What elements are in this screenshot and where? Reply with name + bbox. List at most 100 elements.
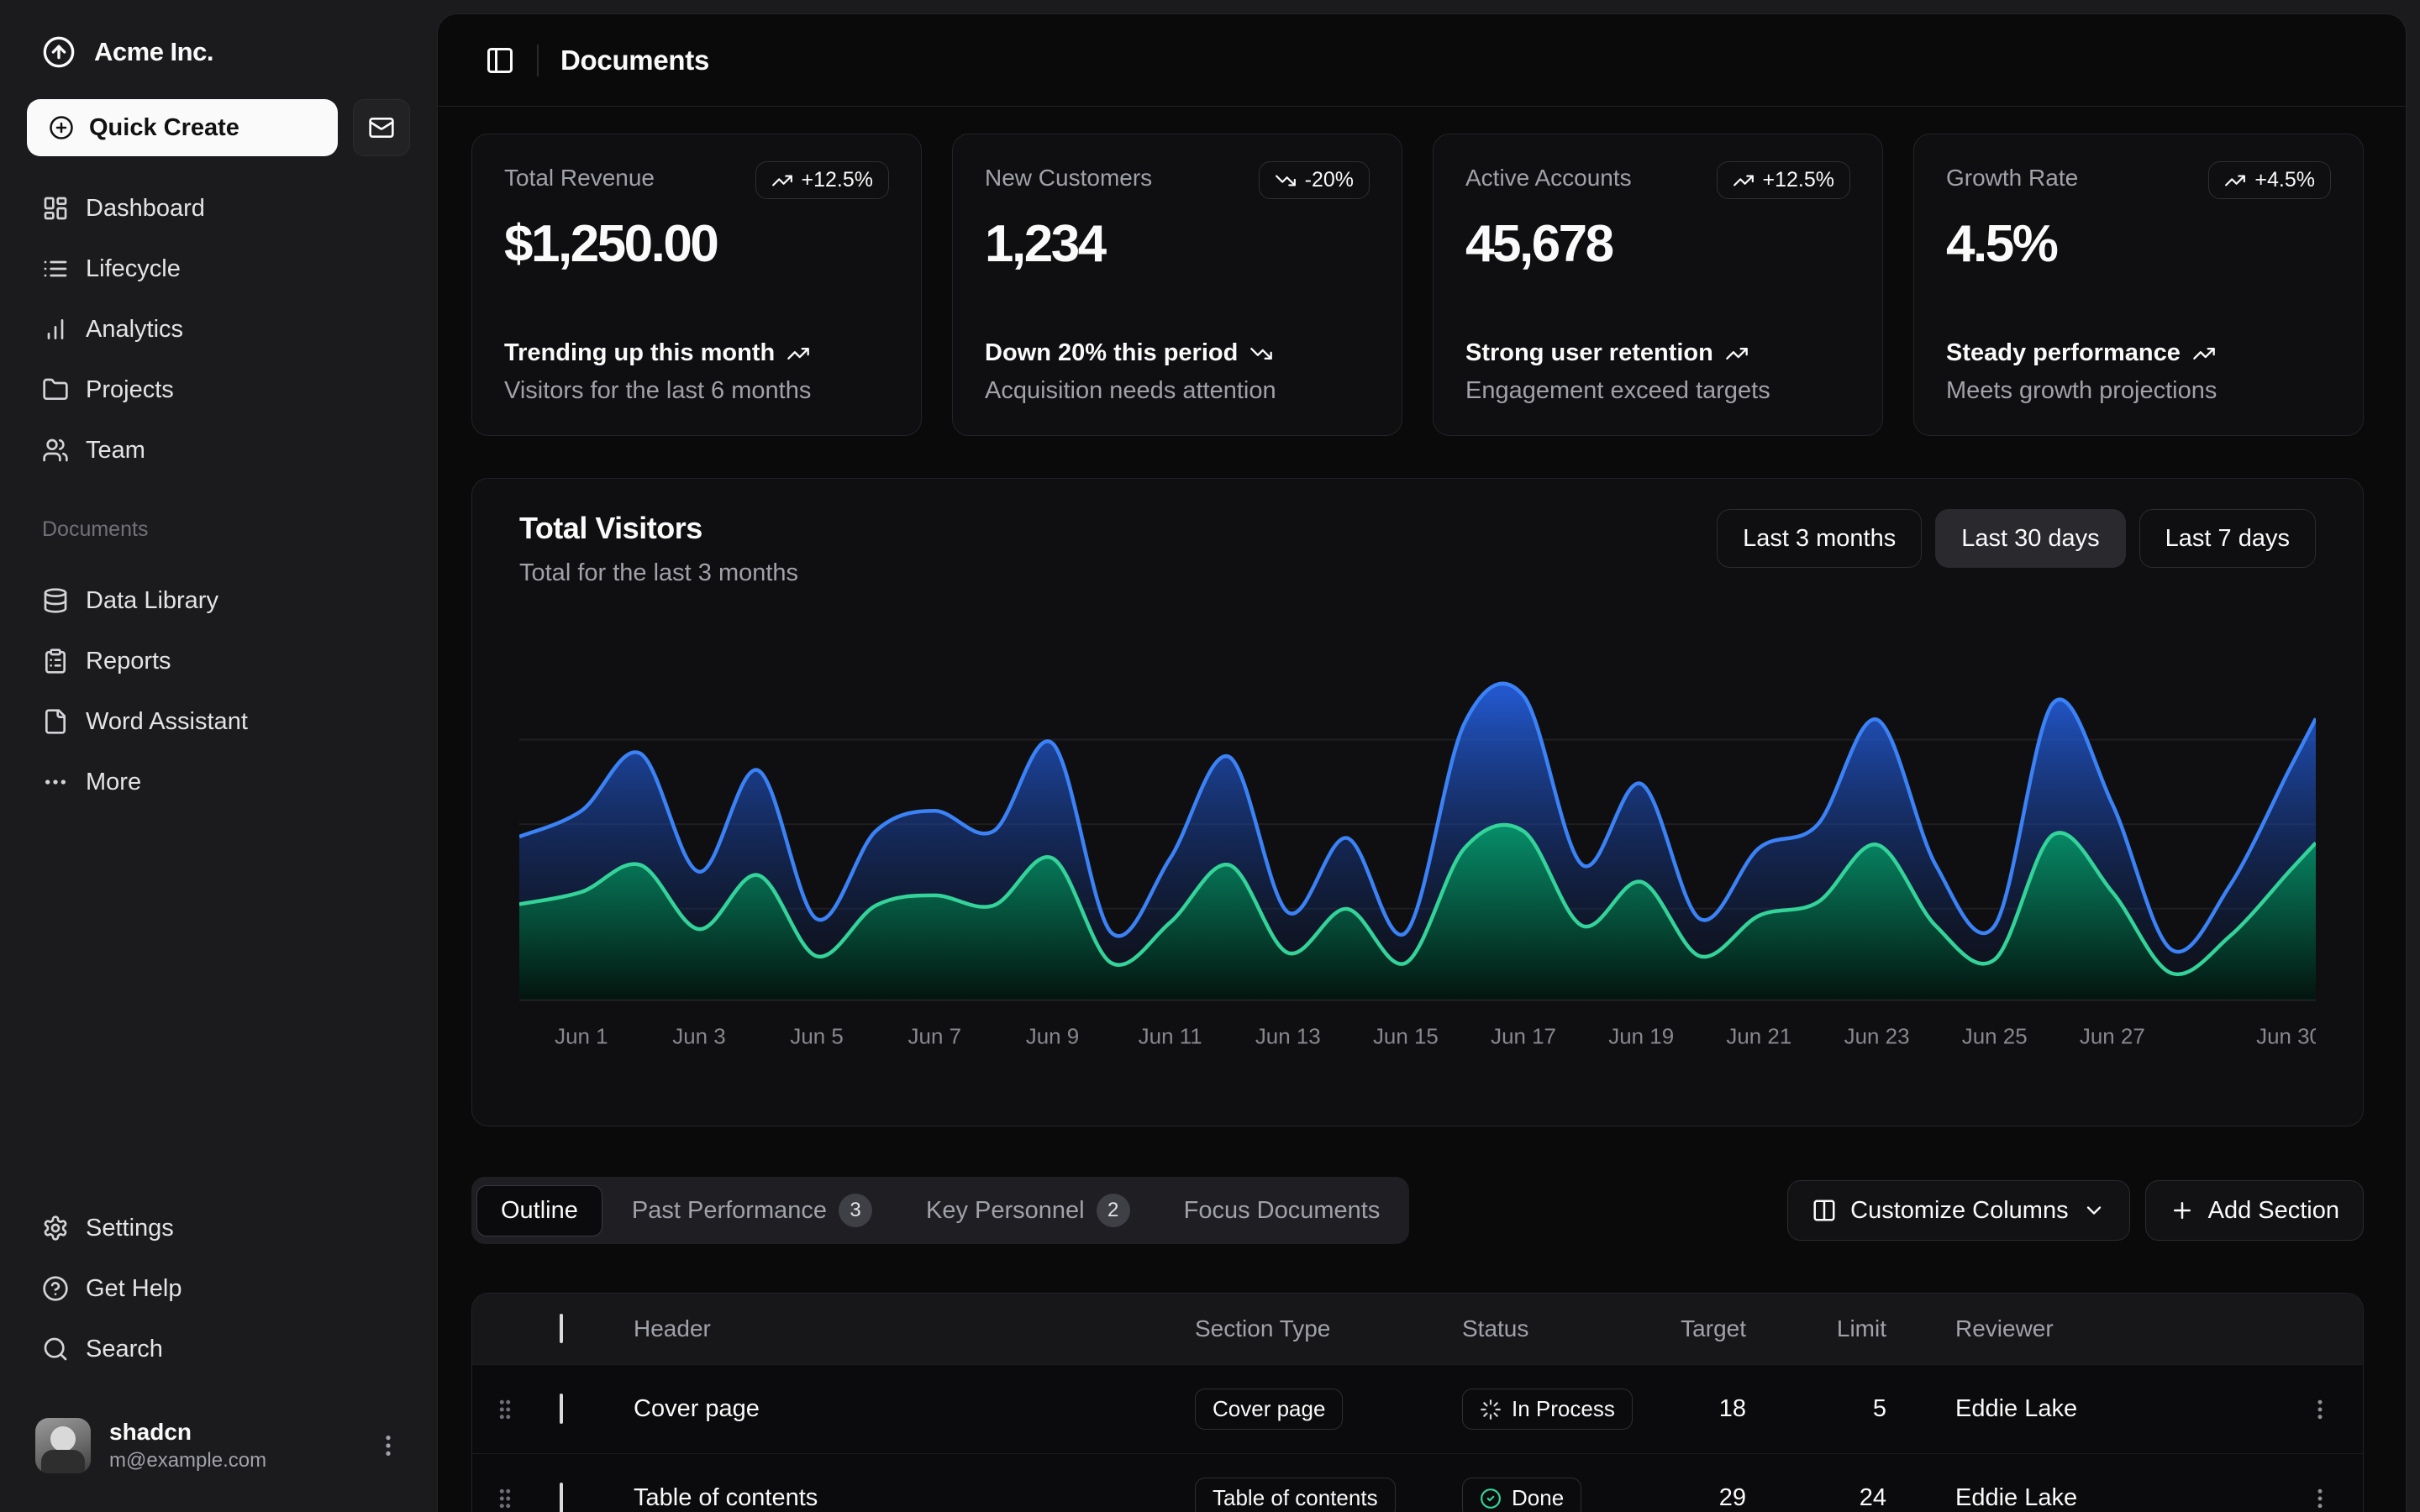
x-tick-label: Jun 17 (1491, 1026, 1556, 1049)
chevron-down-icon (2082, 1199, 2106, 1222)
tab-outline[interactable]: Outline (476, 1185, 602, 1236)
user-menu[interactable]: shadcn m@example.com (24, 1410, 413, 1482)
metric-footnote: Engagement exceed targets (1465, 377, 1850, 405)
drag-handle[interactable] (492, 1486, 560, 1511)
trending-down-icon (1275, 170, 1297, 192)
customize-columns-button[interactable]: Customize Columns (1787, 1180, 2129, 1241)
users-icon (42, 437, 69, 464)
x-tick-label: Jun 27 (2080, 1026, 2145, 1049)
range-last-7-days[interactable]: Last 7 days (2139, 509, 2316, 568)
tab-focus-documents[interactable]: Focus Documents (1160, 1185, 1405, 1236)
col-section-type: Section Type (1195, 1315, 1462, 1342)
add-section-button[interactable]: Add Section (2145, 1180, 2364, 1241)
sections-table: Header Section Type Status Target Limit … (471, 1293, 2364, 1512)
mail-icon (368, 114, 395, 141)
user-email: m@example.com (109, 1449, 266, 1473)
x-tick-label: Jun 23 (1844, 1026, 1910, 1049)
time-range-toggle-group: Last 3 monthsLast 30 daysLast 7 days (1717, 509, 2316, 568)
main-panel: Documents Total Revenue +12.5% $1,250.00… (437, 13, 2407, 1512)
drag-handle[interactable] (492, 1397, 560, 1422)
chevron-down-icon (2082, 1199, 2106, 1222)
sidebar-item-data-library[interactable]: Data Library (24, 570, 413, 631)
metric-card-total-revenue: Total Revenue +12.5% $1,250.00 Trending … (471, 134, 922, 436)
circle-help-icon (42, 1275, 69, 1302)
x-tick-label: Jun 30 (2256, 1026, 2316, 1049)
circle-arrow-up-icon (42, 35, 76, 69)
metric-footline: Trending up this month (504, 339, 889, 367)
page-content: Total Revenue +12.5% $1,250.00 Trending … (438, 107, 2406, 1512)
row-checkbox[interactable] (560, 1483, 563, 1512)
inbox-button[interactable] (353, 99, 410, 156)
database-icon (42, 587, 69, 614)
nav-label: Word Assistant (86, 708, 248, 736)
org-switcher[interactable]: Acme Inc. (24, 24, 413, 81)
sidebar-item-word-assistant[interactable]: Word Assistant (24, 691, 413, 752)
cell-target[interactable]: 29 (1672, 1484, 1746, 1512)
status-badge: In Process (1462, 1389, 1633, 1430)
list-icon (42, 255, 69, 282)
layout-dashboard-icon (42, 195, 69, 222)
metric-footline: Down 20% this period (985, 339, 1370, 367)
row-actions-button[interactable] (2294, 1397, 2346, 1422)
add-section-label: Add Section (2208, 1197, 2339, 1225)
trend-badge: +12.5% (1717, 161, 1851, 199)
select-all-checkbox[interactable] (560, 1314, 563, 1343)
metric-card-new-customers: New Customers -20% 1,234 Down 20% this p… (952, 134, 1402, 436)
sidebar-item-dashboard[interactable]: Dashboard (24, 178, 413, 239)
trend-badge: +4.5% (2208, 161, 2331, 199)
x-tick-label: Jun 15 (1373, 1026, 1439, 1049)
metric-card-growth-rate: Growth Rate +4.5% 4.5% Steady performanc… (1913, 134, 2364, 436)
avatar (35, 1418, 91, 1473)
section-type-badge: Cover page (1195, 1389, 1343, 1430)
metric-value: 4.5% (1946, 214, 2331, 274)
tab-count-badge: 2 (1097, 1194, 1130, 1227)
x-tick-label: Jun 1 (555, 1026, 608, 1049)
range-last-30-days[interactable]: Last 30 days (1935, 509, 2125, 568)
tab-label: Outline (501, 1197, 578, 1225)
tab-past-performance[interactable]: Past Performance3 (608, 1182, 897, 1239)
col-reviewer: Reviewer (1886, 1315, 2294, 1342)
visitors-area-chart[interactable]: Jun 1Jun 3Jun 5Jun 7Jun 9Jun 11Jun 13Jun… (519, 648, 2316, 1068)
cell-header[interactable]: Cover page (634, 1395, 1195, 1423)
row-actions-button[interactable] (2294, 1486, 2346, 1511)
settings-icon (42, 1215, 69, 1242)
sidebar-item-reports[interactable]: Reports (24, 631, 413, 691)
area-chart-svg[interactable]: Jun 1Jun 3Jun 5Jun 7Jun 9Jun 11Jun 13Jun… (519, 648, 2316, 1068)
sidebar-item-projects[interactable]: Projects (24, 360, 413, 420)
sidebar-item-more[interactable]: More (24, 752, 413, 812)
trend-badge: -20% (1259, 161, 1370, 199)
sidebar-item-get-help[interactable]: Get Help (24, 1258, 413, 1319)
cell-reviewer[interactable]: Eddie Lake (1886, 1395, 2294, 1423)
cell-limit[interactable]: 24 (1746, 1484, 1886, 1512)
sidebar-toggle-button[interactable] (485, 45, 515, 76)
trending-up-icon (1733, 170, 1754, 192)
tab-key-personnel[interactable]: Key Personnel2 (902, 1182, 1155, 1239)
sidebar-item-settings[interactable]: Settings (24, 1198, 413, 1258)
row-checkbox[interactable] (560, 1394, 563, 1424)
cell-target[interactable]: 18 (1672, 1395, 1746, 1423)
x-tick-label: Jun 11 (1139, 1026, 1202, 1049)
plus-icon (2170, 1198, 2195, 1223)
sidebar-nav-documents: Data LibraryReports Word Assistant More (24, 570, 413, 812)
trending-up-icon (2224, 170, 2246, 192)
cell-limit[interactable]: 5 (1746, 1395, 1886, 1423)
sidebar-item-analytics[interactable]: Analytics (24, 299, 413, 360)
sidebar-item-search[interactable]: Search (24, 1319, 413, 1379)
user-more-icon[interactable] (375, 1432, 402, 1459)
cell-header[interactable]: Table of contents (634, 1484, 1195, 1512)
sidebar-nav-main: DashboardLifecycleAnalyticsProjectsTeam (24, 178, 413, 480)
trend-badge: +12.5% (755, 161, 890, 199)
range-last-3-months[interactable]: Last 3 months (1717, 509, 1922, 568)
sidebar-item-lifecycle[interactable]: Lifecycle (24, 239, 413, 299)
search-icon (42, 1336, 69, 1362)
cell-reviewer[interactable]: Eddie Lake (1886, 1484, 2294, 1512)
quick-create-button[interactable]: Quick Create (27, 99, 338, 156)
table-header-row: Header Section Type Status Target Limit … (472, 1294, 2363, 1364)
sidebar-item-team[interactable]: Team (24, 420, 413, 480)
plus-icon (2170, 1198, 2195, 1223)
x-tick-label: Jun 19 (1608, 1026, 1674, 1049)
col-limit: Limit (1746, 1315, 1886, 1342)
x-tick-label: Jun 9 (1026, 1026, 1079, 1049)
chart-column-icon (42, 316, 69, 343)
metric-value: 45,678 (1465, 214, 1850, 274)
